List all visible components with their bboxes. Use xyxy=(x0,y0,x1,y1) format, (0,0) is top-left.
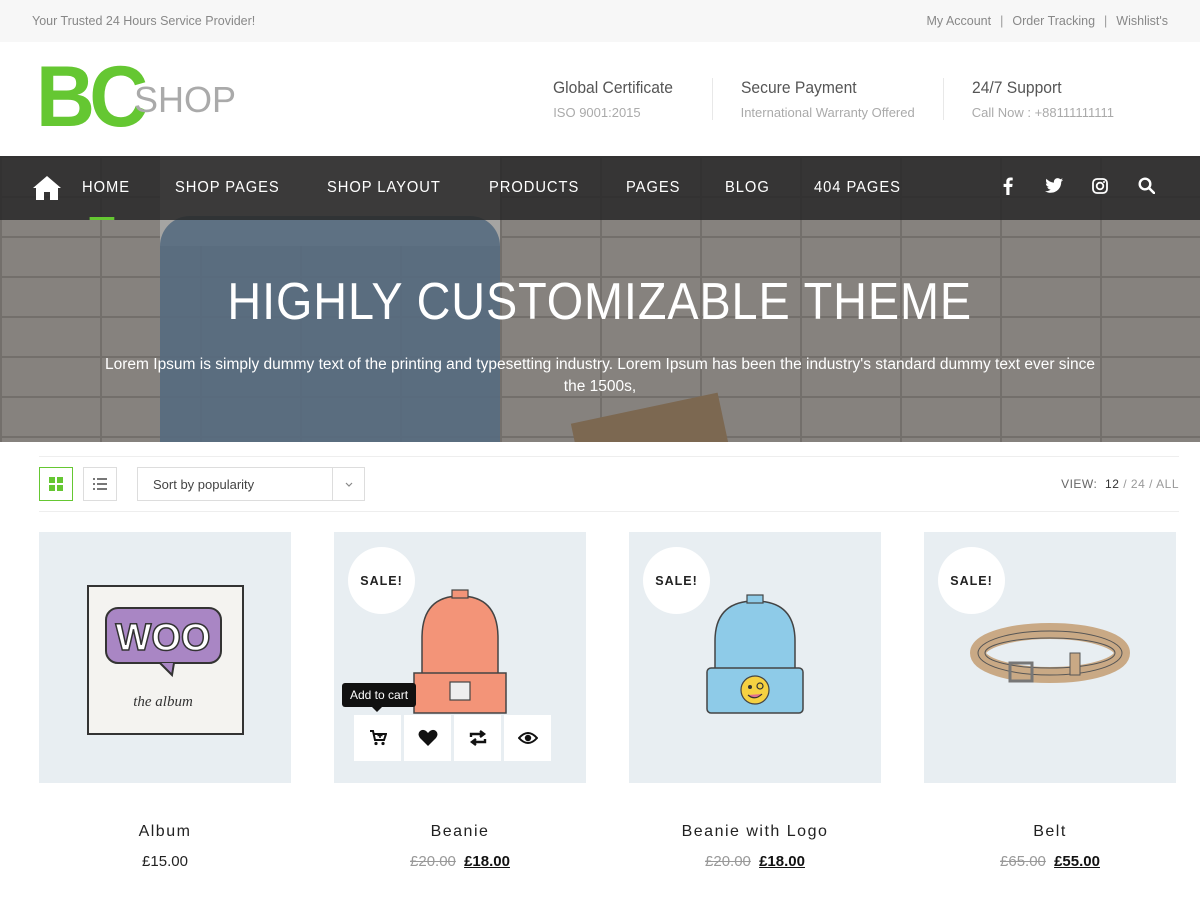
product-image[interactable]: SALE! Add to cart xyxy=(334,532,586,783)
hero-banner: HOME SHOP PAGES SHOP LAYOUT PRODUCTS PAG… xyxy=(0,156,1200,442)
product-price: £65.00 £55.00 xyxy=(924,853,1176,870)
beanie-image xyxy=(413,588,507,714)
quick-view-button[interactable] xyxy=(504,715,551,761)
feature-subtitle: Call Now : +88111111111 xyxy=(971,105,1114,120)
site-logo[interactable]: BC SHOP xyxy=(36,49,237,145)
slash: / xyxy=(1123,477,1128,491)
nav-pages[interactable]: PAGES xyxy=(626,156,680,220)
product-price: £20.00 £18.00 xyxy=(334,853,586,870)
feature-title: Secure Payment xyxy=(740,78,857,97)
product-card[interactable]: SALE! Beanie with Logo £20.00 £18.00 xyxy=(629,532,881,870)
nav-home[interactable]: HOME xyxy=(82,156,130,220)
compare-icon xyxy=(469,730,486,746)
twitter-icon[interactable] xyxy=(1044,178,1064,198)
sort-value: Sort by popularity xyxy=(153,476,255,492)
home-icon[interactable] xyxy=(32,173,62,203)
slash: / xyxy=(1149,477,1153,491)
separator: | xyxy=(1000,14,1004,28)
heart-icon xyxy=(418,729,437,746)
product-name[interactable]: Beanie xyxy=(334,823,586,841)
product-image[interactable]: WOO the album xyxy=(39,532,291,783)
search-icon[interactable] xyxy=(1136,177,1156,199)
feature-subtitle: International Warranty Offered xyxy=(740,105,915,120)
sale-badge: SALE! xyxy=(938,547,1005,614)
product-card[interactable]: SALE! Add to cart Beanie £20.00 £18.00 xyxy=(334,532,586,870)
album-logo-text: WOO xyxy=(116,617,211,659)
nav-404-pages[interactable]: 404 PAGES xyxy=(814,156,901,220)
chevron-down-icon xyxy=(332,468,364,500)
cart-icon xyxy=(369,730,387,746)
product-price: £15.00 xyxy=(39,853,291,870)
price-old: £65.00 xyxy=(1000,853,1046,870)
wishlist-button[interactable] xyxy=(404,715,451,761)
feature-payment: Secure Payment International Warranty Of… xyxy=(711,78,943,120)
price-old: £20.00 xyxy=(705,853,751,870)
nav-shop-layout[interactable]: SHOP LAYOUT xyxy=(327,156,441,220)
album-caption: the album xyxy=(133,694,193,710)
grid-icon xyxy=(49,477,63,491)
tagline: Your Trusted 24 Hours Service Provider! xyxy=(32,14,256,28)
grid-view-button[interactable] xyxy=(39,467,73,501)
logo-word: SHOP xyxy=(134,79,237,120)
price-old: £20.00 xyxy=(410,853,456,870)
view-12[interactable]: 12 xyxy=(1105,477,1119,491)
view-24[interactable]: 24 xyxy=(1131,477,1145,491)
price-current: £15.00 xyxy=(142,853,188,870)
site-header: BC SHOP Global Certificate ISO 9001:2015… xyxy=(0,42,1200,156)
view-label: VIEW: xyxy=(1061,477,1098,491)
separator: | xyxy=(1104,14,1108,28)
header-features: Global Certificate ISO 9001:2015 Secure … xyxy=(525,78,1142,120)
facebook-icon[interactable] xyxy=(998,177,1018,200)
sale-badge: SALE! xyxy=(348,547,415,614)
shop-toolbar: Sort by popularity VIEW: 12 / 24 / ALL xyxy=(39,456,1179,512)
hero-text: Lorem Ipsum is simply dummy text of the … xyxy=(105,356,1095,395)
top-links: My Account | Order Tracking | Wishlist's xyxy=(927,14,1169,28)
logo-mark: BC xyxy=(36,49,148,145)
list-view-button[interactable] xyxy=(83,467,117,501)
beanie-logo-image xyxy=(706,593,804,714)
nav-blog[interactable]: BLOG xyxy=(725,156,770,220)
my-account-link[interactable]: My Account xyxy=(927,14,992,28)
list-icon xyxy=(93,478,107,490)
feature-support: 24/7 Support Call Now : +88111111111 xyxy=(942,78,1142,120)
price-current: £18.00 xyxy=(759,853,805,870)
product-grid: WOO the album Album £15.00 SALE! Add to … xyxy=(39,532,1200,870)
order-tracking-link[interactable]: Order Tracking xyxy=(1012,14,1095,28)
product-price: £20.00 £18.00 xyxy=(629,853,881,870)
view-all[interactable]: ALL xyxy=(1156,477,1179,491)
sale-badge: SALE! xyxy=(643,547,710,614)
nav-products[interactable]: PRODUCTS xyxy=(489,156,579,220)
eye-icon xyxy=(517,732,538,744)
price-current: £18.00 xyxy=(464,853,510,870)
nav-shop-pages[interactable]: SHOP PAGES xyxy=(175,156,280,220)
feature-title: 24/7 Support xyxy=(971,78,1062,97)
feature-subtitle: ISO 9001:2015 xyxy=(553,105,641,120)
add-to-cart-button[interactable] xyxy=(354,715,401,761)
product-image[interactable]: SALE! xyxy=(924,532,1176,783)
instagram-icon[interactable] xyxy=(1090,177,1110,199)
album-cover-image: WOO the album xyxy=(87,584,244,735)
product-name[interactable]: Belt xyxy=(924,823,1176,841)
sort-select[interactable]: Sort by popularity xyxy=(137,467,365,501)
product-card[interactable]: SALE! Belt £65.00 £55.00 xyxy=(924,532,1176,870)
main-nav: HOME SHOP PAGES SHOP LAYOUT PRODUCTS PAG… xyxy=(0,156,1200,220)
view-count-options: VIEW: 12 / 24 / ALL xyxy=(1061,477,1179,491)
hero-title: HIGHLY CUSTOMIZABLE THEME xyxy=(227,273,973,331)
product-actions xyxy=(354,715,551,761)
wishlist-link[interactable]: Wishlist's xyxy=(1116,14,1168,28)
product-image[interactable]: SALE! xyxy=(629,532,881,783)
hero-content: HIGHLY CUSTOMIZABLE THEME Lorem Ipsum is… xyxy=(0,220,1200,442)
top-bar: Your Trusted 24 Hours Service Provider! … xyxy=(0,0,1200,42)
belt-image xyxy=(970,622,1130,683)
feature-title: Global Certificate xyxy=(553,78,674,97)
feature-certificate: Global Certificate ISO 9001:2015 xyxy=(525,78,711,120)
price-current: £55.00 xyxy=(1054,853,1100,870)
product-card[interactable]: WOO the album Album £15.00 xyxy=(39,532,291,870)
social-links xyxy=(998,177,1156,200)
add-to-cart-tooltip: Add to cart xyxy=(342,683,417,712)
product-name[interactable]: Beanie with Logo xyxy=(629,823,881,841)
compare-button[interactable] xyxy=(454,715,501,761)
product-name[interactable]: Album xyxy=(39,823,291,841)
